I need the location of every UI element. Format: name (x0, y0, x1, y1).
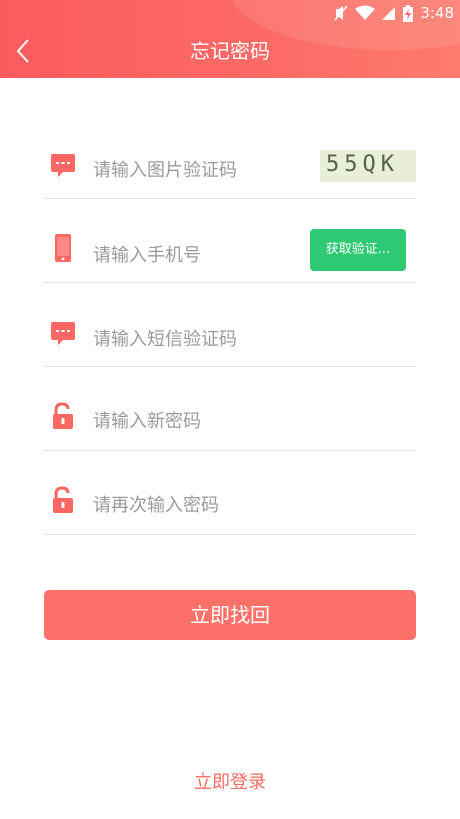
captcha-image-text: 55QK (326, 152, 399, 177)
mute-icon (334, 5, 348, 21)
battery-icon (403, 4, 414, 22)
login-link[interactable]: 立即登录 (0, 768, 460, 794)
confirm-password-input[interactable] (93, 490, 313, 520)
confirm-password-row (44, 450, 416, 535)
phone-icon (55, 234, 71, 262)
unlock-icon (53, 486, 73, 513)
submit-button[interactable]: 立即找回 (44, 590, 416, 640)
signal-icon (382, 7, 396, 20)
sms-code-input[interactable] (93, 324, 313, 354)
captcha-image[interactable]: 55QK (320, 150, 416, 182)
new-password-row (44, 366, 416, 451)
status-time: 3:48 (420, 4, 454, 22)
captcha-row: 55QK (44, 114, 416, 199)
message-icon (51, 154, 75, 177)
message-icon (51, 322, 75, 345)
get-code-button[interactable]: 获取验证... (310, 229, 406, 271)
status-bar: 3:48 (334, 3, 454, 23)
sms-row (44, 282, 416, 367)
wifi-icon (355, 5, 376, 20)
new-password-input[interactable] (93, 406, 313, 436)
phone-row: 获取验证... (44, 198, 416, 283)
page-title: 忘记密码 (190, 39, 270, 63)
captcha-input[interactable] (93, 155, 313, 185)
header-bar: 3:48 忘记密码 (0, 0, 460, 78)
phone-input[interactable] (93, 240, 313, 270)
unlock-icon (53, 402, 73, 429)
